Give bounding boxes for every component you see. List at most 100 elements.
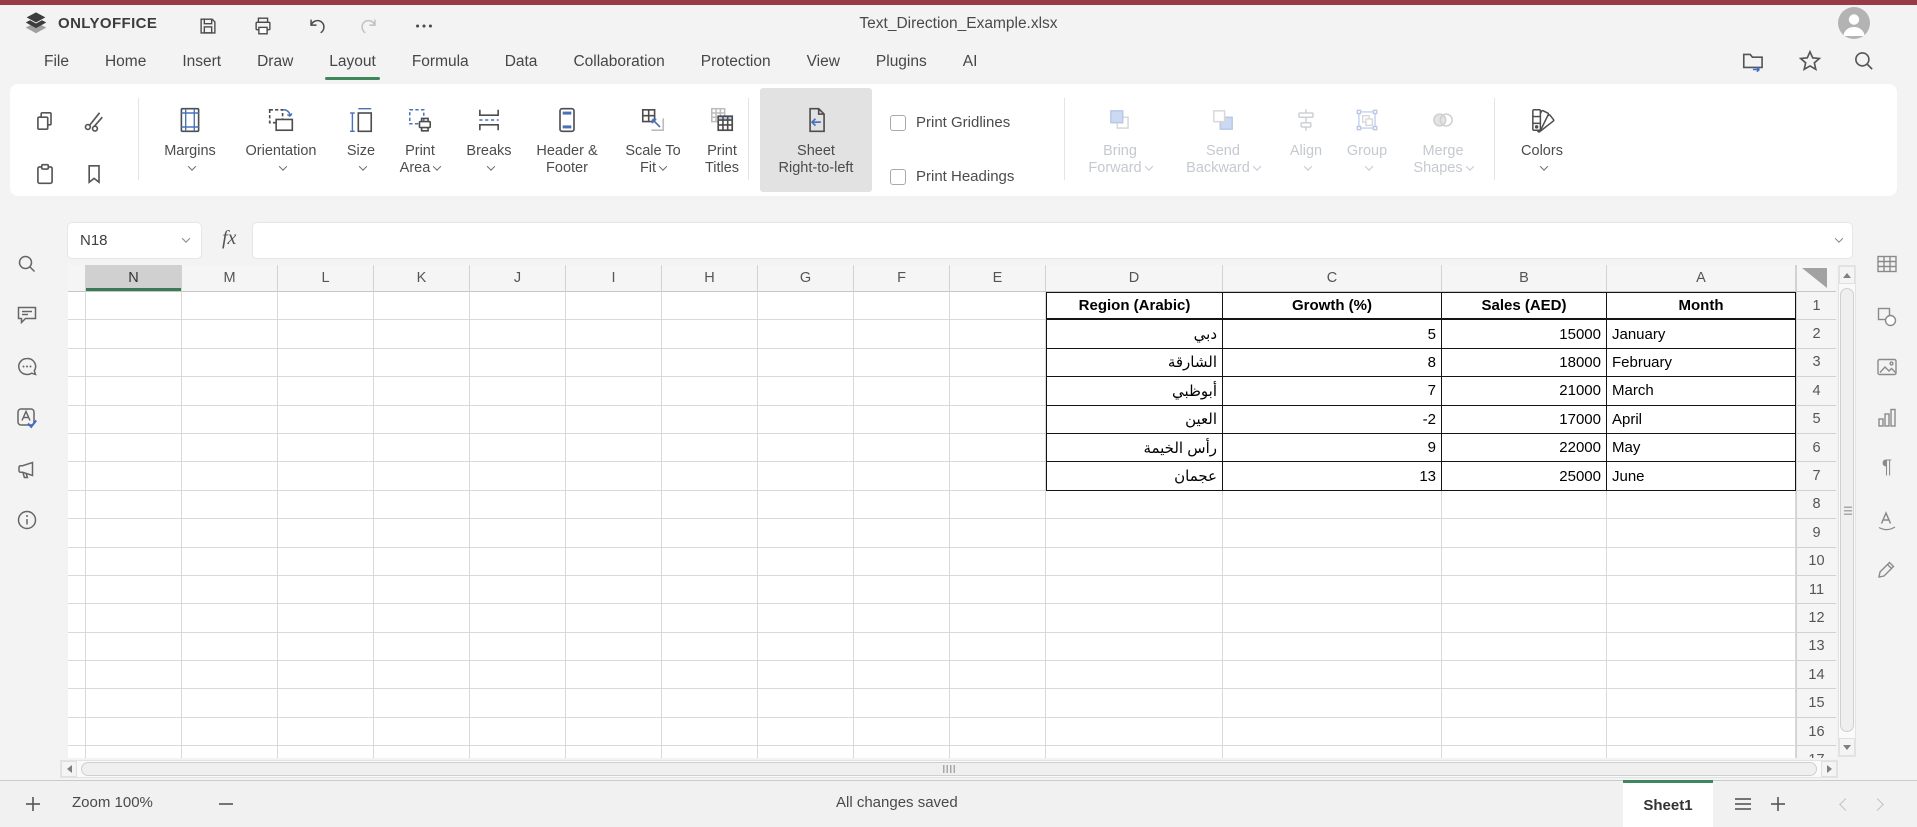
formula-input[interactable] (252, 222, 1853, 259)
row-header-6[interactable]: 6 (1797, 434, 1836, 462)
sheet-tab-sheet1[interactable]: Sheet1 (1623, 780, 1713, 827)
cell-N11[interactable] (86, 576, 182, 604)
cell-N15[interactable] (86, 689, 182, 717)
cell-H12[interactable] (662, 604, 758, 632)
column-header-I[interactable]: I (566, 265, 662, 292)
zoom-level-label[interactable]: Zoom 100% (72, 794, 153, 811)
cell-C16[interactable] (1223, 718, 1442, 746)
scroll-right-button[interactable] (1821, 761, 1837, 777)
cell-L2[interactable] (278, 320, 374, 348)
cell-E13[interactable] (950, 633, 1046, 661)
select-all-corner[interactable] (1796, 265, 1836, 292)
cell-K5[interactable] (374, 406, 470, 434)
cell-J17[interactable] (470, 746, 566, 758)
row-header-15[interactable]: 15 (1797, 689, 1836, 717)
cell-M1[interactable] (182, 292, 278, 320)
cell-K7[interactable] (374, 462, 470, 490)
copy-icon[interactable] (32, 108, 58, 134)
cell-A9[interactable] (1607, 519, 1796, 547)
cell-B5[interactable]: 17000 (1442, 406, 1607, 434)
header-footer-button[interactable]: Header &Footer (527, 88, 607, 192)
print-gridlines-checkbox[interactable]: Print Gridlines (890, 114, 1010, 131)
cell-A16[interactable] (1607, 718, 1796, 746)
cell-J6[interactable] (470, 434, 566, 462)
chat-icon[interactable] (14, 354, 40, 380)
cell-B4[interactable]: 21000 (1442, 377, 1607, 405)
cell-C15[interactable] (1223, 689, 1442, 717)
cell-L17[interactable] (278, 746, 374, 758)
cell-x10[interactable] (68, 548, 86, 576)
cell-J5[interactable] (470, 406, 566, 434)
column-header-F[interactable]: F (854, 265, 950, 292)
cell-D3[interactable]: الشارقة (1046, 349, 1223, 377)
cell-L8[interactable] (278, 491, 374, 519)
cell-A13[interactable] (1607, 633, 1796, 661)
cell-J15[interactable] (470, 689, 566, 717)
cell-J10[interactable] (470, 548, 566, 576)
cell-D2[interactable]: دبي (1046, 320, 1223, 348)
cell-F17[interactable] (854, 746, 950, 758)
cell-B3[interactable]: 18000 (1442, 349, 1607, 377)
cell-N1[interactable] (86, 292, 182, 320)
cell-G1[interactable] (758, 292, 854, 320)
cell-I6[interactable] (566, 434, 662, 462)
cell-N12[interactable] (86, 604, 182, 632)
row-header-16[interactable]: 16 (1797, 718, 1836, 746)
cell-I12[interactable] (566, 604, 662, 632)
cell-N17[interactable] (86, 746, 182, 758)
tab-data[interactable]: Data (487, 44, 556, 80)
cell-M10[interactable] (182, 548, 278, 576)
cell-H14[interactable] (662, 661, 758, 689)
cell-K6[interactable] (374, 434, 470, 462)
text-art-settings-icon[interactable] (1874, 507, 1900, 533)
scroll-down-button[interactable] (1839, 738, 1855, 756)
cell-C5[interactable]: -2 (1223, 406, 1442, 434)
cell-M4[interactable] (182, 377, 278, 405)
cell-B2[interactable]: 15000 (1442, 320, 1607, 348)
cell-D11[interactable] (1046, 576, 1223, 604)
cell-J16[interactable] (470, 718, 566, 746)
cell-N13[interactable] (86, 633, 182, 661)
cell-F2[interactable] (854, 320, 950, 348)
cell-D6[interactable]: رأس الخيمة (1046, 434, 1223, 462)
cell-G16[interactable] (758, 718, 854, 746)
cell-E2[interactable] (950, 320, 1046, 348)
cell-K3[interactable] (374, 349, 470, 377)
cell-G4[interactable] (758, 377, 854, 405)
cell-F12[interactable] (854, 604, 950, 632)
column-header-D[interactable]: D (1046, 265, 1223, 292)
cell-L10[interactable] (278, 548, 374, 576)
cell-E12[interactable] (950, 604, 1046, 632)
cell-H10[interactable] (662, 548, 758, 576)
expand-formula-bar-icon[interactable] (1835, 234, 1843, 242)
cell-J8[interactable] (470, 491, 566, 519)
cell-E14[interactable] (950, 661, 1046, 689)
cell-B9[interactable] (1442, 519, 1607, 547)
cell-B12[interactable] (1442, 604, 1607, 632)
cell-D8[interactable] (1046, 491, 1223, 519)
cell-G15[interactable] (758, 689, 854, 717)
cell-E8[interactable] (950, 491, 1046, 519)
cell-K14[interactable] (374, 661, 470, 689)
cell-H4[interactable] (662, 377, 758, 405)
row-header-9[interactable]: 9 (1797, 519, 1836, 547)
cell-L13[interactable] (278, 633, 374, 661)
cell-F3[interactable] (854, 349, 950, 377)
row-header-7[interactable]: 7 (1797, 462, 1836, 490)
cell-H16[interactable] (662, 718, 758, 746)
cell-B16[interactable] (1442, 718, 1607, 746)
cut-icon[interactable] (80, 108, 106, 134)
horizontal-scrollbar-thumb[interactable] (81, 762, 1817, 776)
next-sheet-button[interactable] (1864, 791, 1890, 817)
row-header-14[interactable]: 14 (1797, 661, 1836, 689)
tab-insert[interactable]: Insert (164, 44, 239, 80)
cell-K11[interactable] (374, 576, 470, 604)
checkbox-box[interactable] (890, 115, 906, 131)
cell-name-box[interactable]: N18 (67, 222, 202, 259)
cell-I17[interactable] (566, 746, 662, 758)
cell-C11[interactable] (1223, 576, 1442, 604)
feedback-icon[interactable] (14, 457, 40, 483)
row-header-1[interactable]: 1 (1797, 292, 1836, 320)
cell-N3[interactable] (86, 349, 182, 377)
insert-function-icon[interactable]: fx (222, 227, 236, 250)
